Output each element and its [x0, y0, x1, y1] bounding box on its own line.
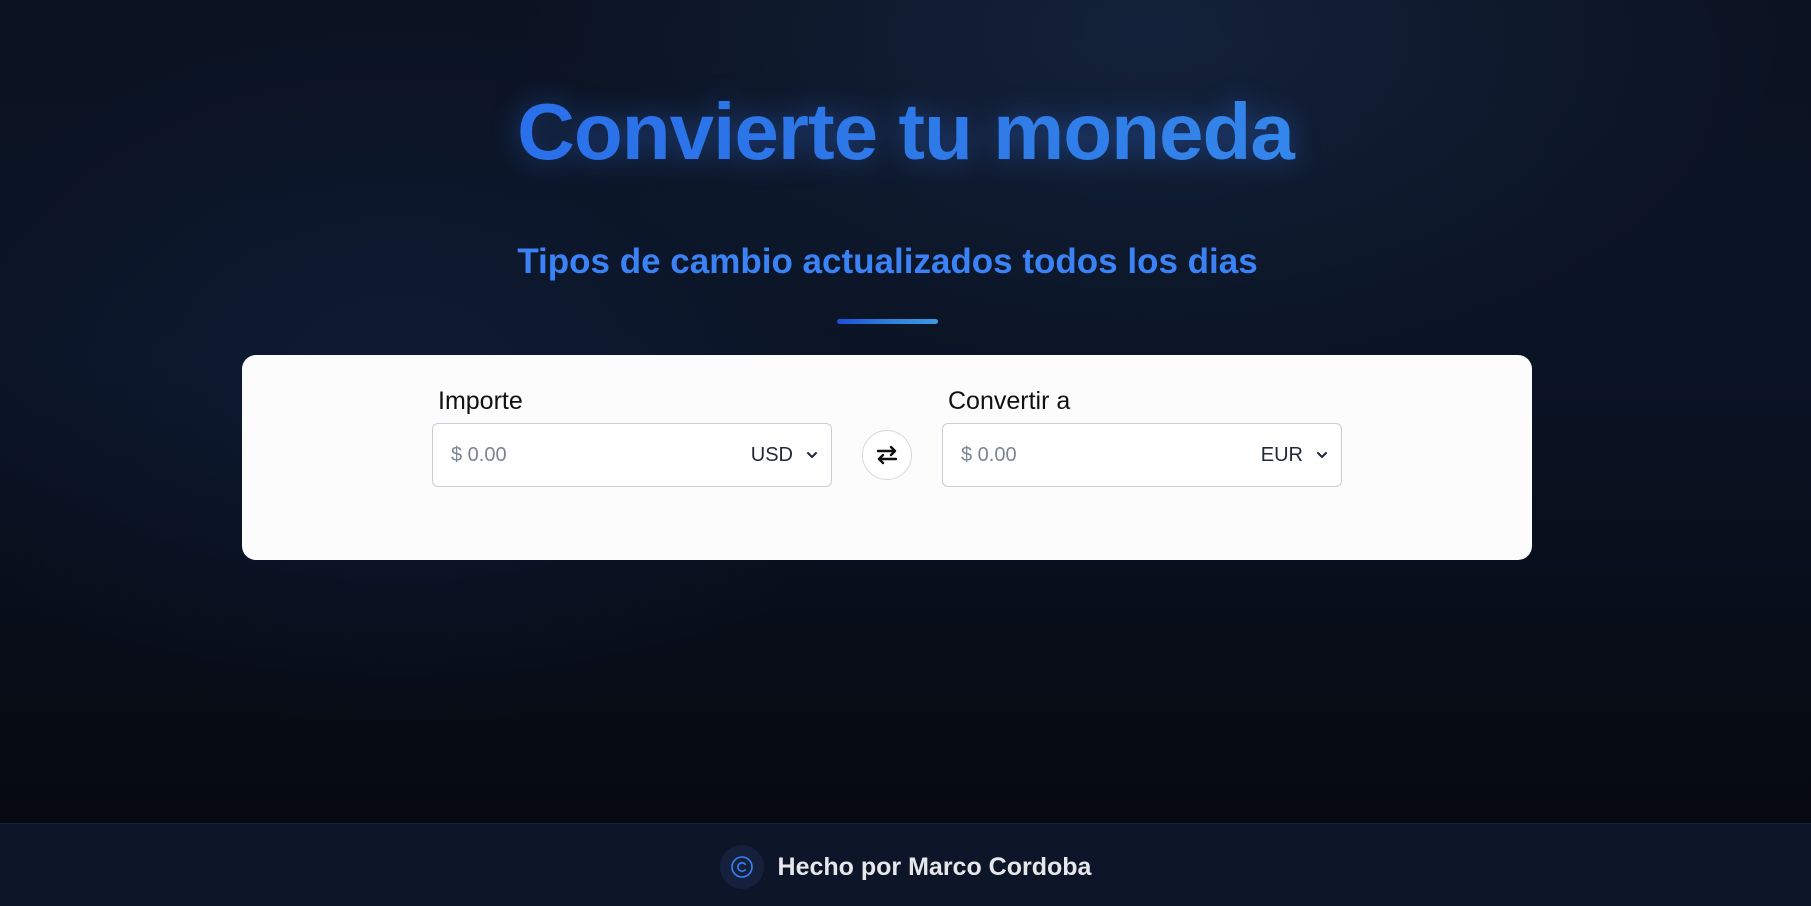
from-currency-value: USD	[750, 443, 793, 466]
chevron-down-icon	[807, 452, 817, 458]
swap-button[interactable]	[862, 430, 912, 480]
page-subtitle: Tipos de cambio actualizados todos los d…	[517, 242, 1258, 281]
footer: Hecho por Marco Cordoba	[0, 823, 1811, 906]
page-title: Convierte tu moneda	[0, 84, 1811, 180]
to-currency-select[interactable]: EUR	[1257, 438, 1333, 472]
title-divider	[837, 319, 938, 324]
amount-field: USD	[432, 423, 832, 487]
copyright-icon	[719, 845, 764, 889]
swap-arrows-icon	[876, 445, 898, 465]
to-currency-value: EUR	[1260, 443, 1303, 466]
footer-credit: Hecho por Marco Cordoba	[777, 852, 1092, 881]
converted-amount-input[interactable]	[961, 424, 1211, 486]
convert-to-label: Convertir a	[948, 387, 1071, 415]
amount-label: Importe	[438, 387, 523, 415]
footer-content: Hecho por Marco Cordoba	[0, 845, 1811, 889]
chevron-down-icon	[1317, 452, 1327, 458]
amount-input[interactable]	[451, 424, 701, 486]
from-currency-select[interactable]: USD	[747, 438, 823, 472]
converted-field: EUR	[942, 423, 1342, 487]
